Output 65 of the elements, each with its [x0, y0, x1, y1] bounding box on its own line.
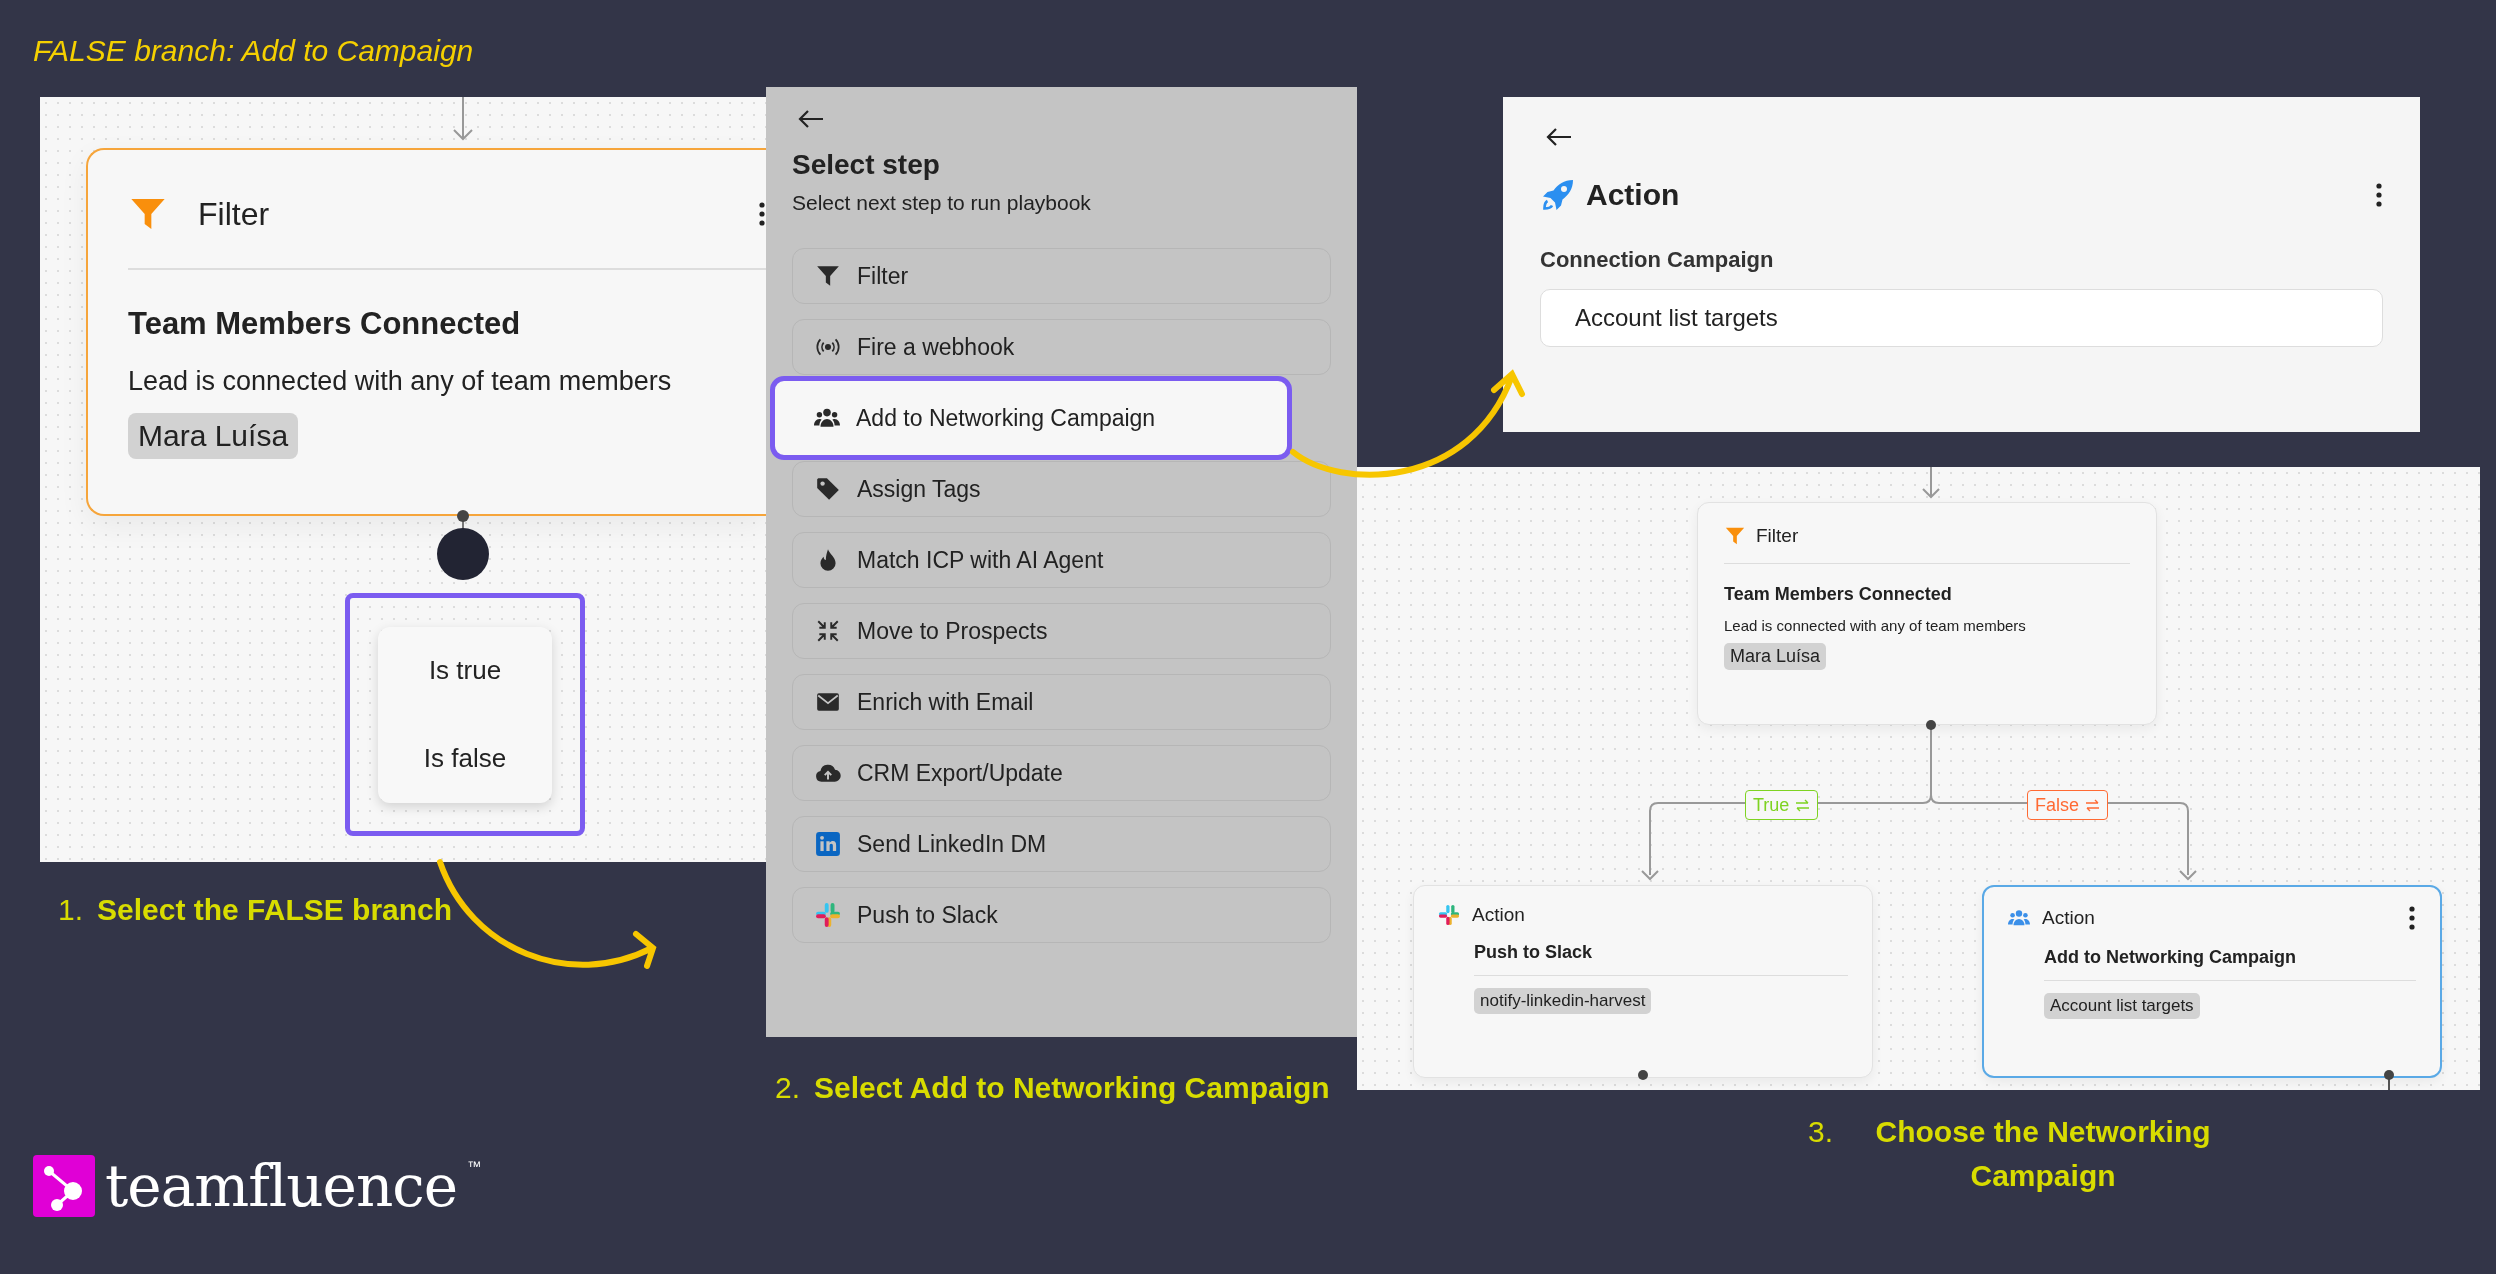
more-options-icon[interactable] — [2408, 905, 2416, 931]
panel-title: Action — [1586, 178, 1681, 212]
connector-arrow — [1922, 467, 1940, 499]
node-tag: Account list targets — [2044, 993, 2200, 1019]
node-title: Add to Networking Campaign — [2044, 947, 2416, 981]
step-number: 2. — [775, 1071, 801, 1105]
member-tag: Mara Luísa — [128, 413, 299, 459]
step-option[interactable]: Match ICP with AI Agent — [792, 532, 1331, 588]
node-handle[interactable] — [1926, 720, 1936, 730]
step-option[interactable]: Send LinkedIn DM — [792, 816, 1331, 872]
step-option[interactable]: Fire a webhook — [792, 319, 1331, 375]
step-number: 1. — [58, 893, 84, 927]
swap-icon — [1795, 798, 1811, 812]
panel-title: Select step — [792, 149, 940, 181]
rocket-icon — [1540, 177, 1576, 213]
node-title: Team Members Connected — [1724, 584, 1952, 605]
node-handle[interactable] — [2384, 1070, 2394, 1080]
action-node[interactable]: Action Push to Slack notify-linkedin-harvest — [1413, 885, 1873, 1078]
trademark-mark: ™ — [467, 1158, 482, 1174]
funnel-icon — [1724, 525, 1746, 547]
filter-node[interactable]: Filter Team Members Connected Lead is connected with any of team members Mara Luísa — [86, 148, 766, 516]
node-description: Lead is connected with any of team members — [128, 366, 672, 397]
linkedin-icon — [815, 831, 841, 857]
field-label: Connection Campaign — [1540, 247, 1774, 273]
logo-icon — [33, 1155, 95, 1217]
slack-icon — [1438, 904, 1460, 926]
slide-heading: FALSE branch: Add to Campaign — [33, 34, 474, 68]
more-options-icon[interactable] — [758, 201, 766, 227]
step-option[interactable]: Add to Networking Campaign — [770, 376, 1292, 460]
filter-node[interactable]: Filter Team Members Connected Lead is connected with any of team members Mara Luísa — [1697, 502, 2157, 725]
back-arrow-icon[interactable] — [798, 109, 824, 129]
node-type: Action — [1472, 904, 1526, 926]
node-handle[interactable] — [435, 510, 491, 582]
step-option[interactable]: Enrich with Email — [792, 674, 1331, 730]
node-tag: notify-linkedin-harvest — [1474, 988, 1652, 1014]
step-option[interactable]: Filter — [792, 248, 1331, 304]
node-description: Lead is connected with any of team members — [1724, 617, 2026, 634]
back-arrow-icon[interactable] — [1546, 127, 1572, 147]
node-type: Filter — [1756, 525, 1799, 547]
node-handle[interactable] — [1638, 1070, 1648, 1080]
node-type: Filter — [198, 195, 271, 233]
menu-item[interactable]: Is false — [413, 737, 517, 780]
step-option[interactable]: CRM Export/Update — [792, 745, 1331, 801]
step-instruction: Select Add to Networking Campaign — [814, 1071, 1330, 1105]
compress-arrows-icon — [815, 618, 841, 644]
step-instruction: Choose the Networking Campaign — [1874, 1114, 2212, 1194]
tag-icon — [815, 476, 841, 502]
campaign-field[interactable]: Account list targets — [1540, 289, 2383, 347]
menu-item[interactable]: Is true — [418, 649, 512, 692]
node-title: Push to Slack — [1474, 942, 1848, 976]
logo-text: teamfluence — [105, 1152, 458, 1220]
node-type: Action — [2042, 907, 2096, 929]
connector-arrow — [451, 97, 475, 141]
step-option[interactable]: Push to Slack — [792, 887, 1331, 943]
step-instruction: Select the FALSE branch — [97, 893, 453, 927]
more-options-icon[interactable] — [2375, 182, 2383, 208]
panel-subtitle: Select next step to run playbook — [792, 191, 1091, 215]
action-node[interactable]: Action Add to Networking Campaign Account list targets — [1982, 885, 2442, 1078]
member-tag: Mara Luísa — [1724, 643, 1827, 670]
node-title: Team Members Connected — [128, 306, 521, 342]
step-option[interactable]: Assign Tags — [792, 461, 1331, 517]
step-option[interactable]: Move to Prospects — [792, 603, 1331, 659]
slack-icon — [815, 902, 841, 928]
step-number: 3. — [1808, 1115, 1834, 1149]
swap-icon — [2085, 798, 2100, 812]
